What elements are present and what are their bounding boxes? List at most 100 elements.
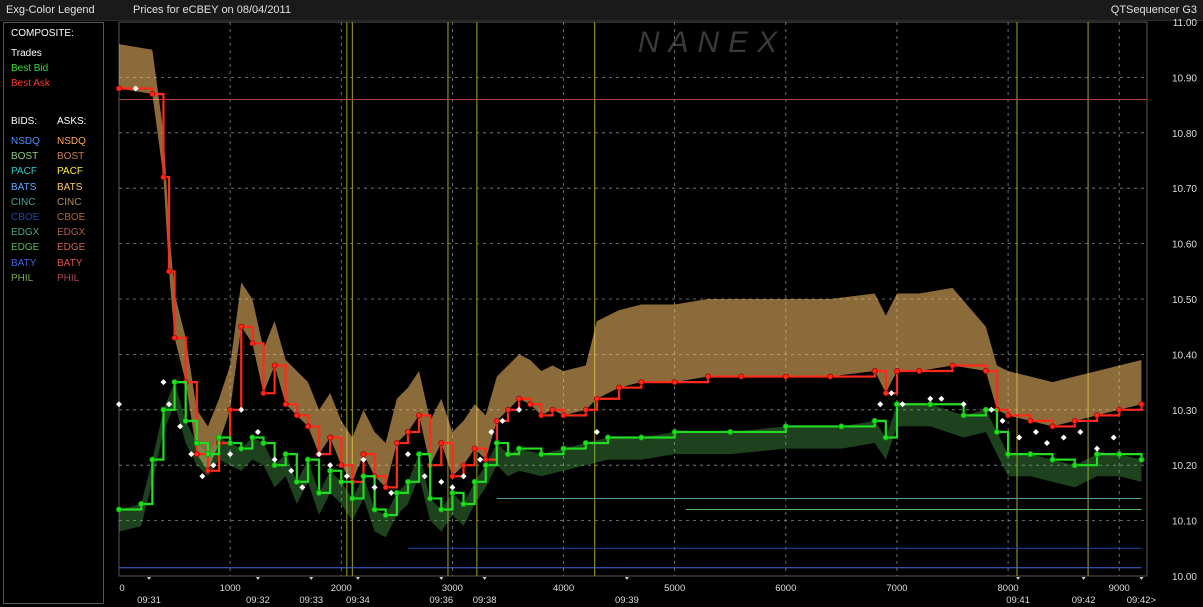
best-bid-point [449, 489, 456, 496]
time-label: 09:36 [429, 595, 453, 606]
best-ask-point [638, 379, 645, 386]
x-tick-label: 4000 [553, 583, 574, 594]
best-ask-point [327, 434, 334, 441]
time-tick-mark [1139, 577, 1144, 580]
best-bid-point [438, 506, 445, 513]
y-tick-label: 10.90 [1172, 73, 1197, 84]
time-label: 09:42 [1072, 595, 1096, 606]
best-bid-point [349, 495, 356, 502]
best-ask-point [249, 340, 256, 347]
y-tick-label: 11.00 [1173, 18, 1198, 29]
x-tick-label: 2000 [331, 583, 352, 594]
best-bid-point [538, 451, 545, 458]
best-ask-point [438, 440, 445, 447]
best-bid-point [316, 489, 323, 496]
best-ask-point [1005, 412, 1012, 419]
best-ask-point [549, 406, 556, 413]
best-bid-point [727, 428, 734, 435]
time-label: 09:38 [473, 595, 497, 606]
best-bid-point [1005, 451, 1012, 458]
best-ask-point [616, 384, 623, 391]
best-bid-point [393, 489, 400, 496]
best-bid-point [182, 417, 189, 424]
time-tick-mark [1016, 577, 1021, 580]
time-tick-mark [624, 577, 629, 580]
best-bid-point [560, 445, 567, 452]
best-bid-point [404, 478, 411, 485]
best-ask-point [827, 373, 834, 380]
best-bid-point [193, 440, 200, 447]
price-chart: NANEX 11.00 10.90 10.80 10.70 10.60 10.50 10.40… [116, 18, 1198, 606]
best-bid-point [460, 500, 467, 507]
best-bid-point [1093, 451, 1100, 458]
x-tick-label: 3000 [442, 583, 463, 594]
best-bid-point [582, 440, 589, 447]
best-bid-point [504, 451, 511, 458]
best-bid-point [604, 434, 611, 441]
best-ask-point [393, 440, 400, 447]
best-ask-point [482, 456, 489, 463]
best-bid-point [516, 445, 523, 452]
best-ask-point [538, 412, 545, 419]
time-label: 09:41 [1006, 595, 1030, 606]
best-ask-point [1049, 423, 1056, 430]
best-ask-point [227, 406, 234, 413]
best-bid-point [1138, 456, 1145, 463]
best-ask-point [271, 362, 278, 369]
best-bid-point [260, 440, 267, 447]
best-bid-point [116, 506, 123, 513]
y-tick-label: 10.20 [1172, 461, 1197, 472]
x-tick-label: 6000 [775, 583, 796, 594]
best-bid-point [227, 440, 234, 447]
best-bid-point [493, 440, 500, 447]
best-bid-point [638, 434, 645, 441]
best-ask-point [949, 362, 956, 369]
x-tick-label: 8000 [998, 583, 1019, 594]
best-ask-point [360, 451, 367, 458]
best-bid-point [338, 478, 345, 485]
time-tick-mark [309, 577, 314, 580]
best-ask-point [1027, 417, 1034, 424]
x-tick-label: 0 [119, 583, 124, 594]
best-ask-point [449, 473, 456, 480]
best-bid-point [382, 512, 389, 519]
best-ask-point [782, 373, 789, 380]
best-ask-point [582, 406, 589, 413]
time-label: 09:39 [615, 595, 639, 606]
best-bid-point [471, 478, 478, 485]
best-bid-point [249, 434, 256, 441]
best-ask-point [471, 445, 478, 452]
best-bid-point [327, 467, 334, 474]
best-ask-point [166, 268, 173, 275]
best-bid-point [360, 473, 367, 480]
best-bid-point [371, 506, 378, 513]
y-tick-label: 10.10 [1172, 517, 1197, 528]
x-tick-label: 7000 [886, 583, 907, 594]
best-ask-point [916, 368, 923, 375]
best-bid-point [149, 456, 156, 463]
best-ask-point [416, 412, 423, 419]
best-ask-point [527, 401, 534, 408]
best-bid-point [993, 428, 1000, 435]
best-bid-point [304, 456, 311, 463]
best-bid-point [216, 434, 223, 441]
best-bid-point [1049, 456, 1056, 463]
best-ask-point [1138, 401, 1145, 408]
best-bid-point [893, 401, 900, 408]
best-bid-point [271, 462, 278, 469]
best-ask-point [460, 462, 467, 469]
best-ask-point [116, 85, 123, 92]
best-bid-point [1071, 462, 1078, 469]
best-ask-point [593, 395, 600, 402]
best-bid-point [282, 451, 289, 458]
nanex-watermark: NANEX [638, 26, 786, 59]
best-ask-point [671, 379, 678, 386]
best-bid-point [871, 417, 878, 424]
best-bid-point [671, 428, 678, 435]
time-tick-mark [255, 577, 260, 580]
best-ask-point [738, 373, 745, 380]
time-label: 09:33 [299, 595, 323, 606]
best-ask-point [171, 334, 178, 341]
best-ask-point [160, 174, 167, 181]
best-ask-point [871, 368, 878, 375]
